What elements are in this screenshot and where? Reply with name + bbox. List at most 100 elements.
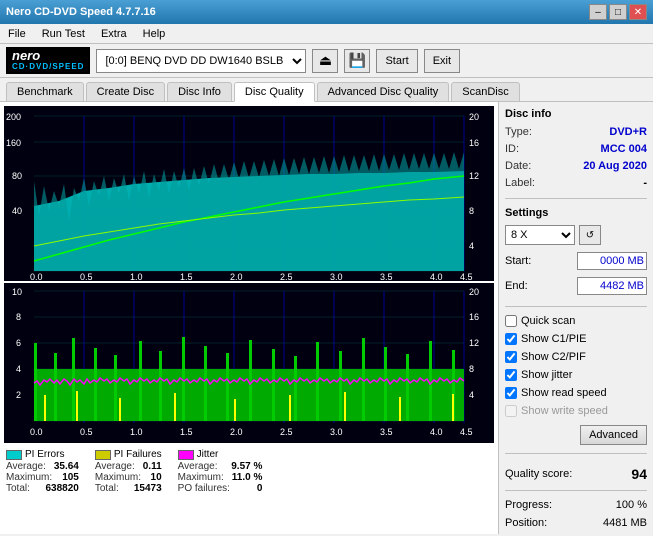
svg-text:16: 16 [469,312,479,322]
pi-failures-max-label: Maximum: [95,472,141,483]
jitter-max-value: 11.0 % [232,472,263,483]
pi-errors-label: PI Errors [25,449,64,460]
window-title: Nero CD-DVD Speed 4.7.7.16 [6,6,156,18]
svg-text:4.0: 4.0 [430,427,443,437]
start-button[interactable]: Start [376,49,417,73]
end-input[interactable] [577,277,647,295]
pi-failures-max-value: 10 [151,472,162,483]
pi-errors-total-value: 638820 [46,483,79,494]
minimize-button[interactable]: – [589,4,607,20]
jitter-avg-label: Average: [178,461,218,472]
divider-2 [505,306,647,307]
quality-score-value: 94 [631,466,647,482]
menu-help[interactable]: Help [139,27,170,41]
pi-failures-total-value: 15473 [134,483,162,494]
pi-failures-total-label: Total: [95,483,119,494]
progress-value: 100 % [616,499,647,511]
tab-benchmark[interactable]: Benchmark [6,82,84,101]
svg-text:4.5: 4.5 [460,272,473,281]
svg-text:1.5: 1.5 [180,272,193,281]
close-button[interactable]: ✕ [629,4,647,20]
svg-text:0.0: 0.0 [30,427,43,437]
tab-scan-disc[interactable]: ScanDisc [451,82,519,101]
progress-row: Progress: 100 % [505,499,647,511]
position-label: Position: [505,517,547,529]
main-content: 200 160 80 40 20 16 12 8 4 0.0 0.5 1.0 1… [0,102,653,534]
speed-selector[interactable]: 8 X [505,225,575,245]
divider-4 [505,490,647,491]
progress-label: Progress: [505,499,552,511]
menu-file[interactable]: File [4,27,30,41]
pi-errors-total-label: Total: [6,483,30,494]
svg-text:2.0: 2.0 [230,272,243,281]
tab-disc-quality[interactable]: Disc Quality [234,82,315,102]
pi-errors-avg-label: Average: [6,461,46,472]
show-read-speed-row: Show read speed [505,387,647,399]
svg-text:8: 8 [469,364,474,374]
disc-id-value: MCC 004 [601,143,647,155]
speed-setting-row: 8 X ↺ [505,225,647,245]
show-c2-pif-checkbox[interactable] [505,351,517,363]
show-c1-pie-checkbox[interactable] [505,333,517,345]
start-label: Start: [505,255,531,267]
svg-text:3.0: 3.0 [330,427,343,437]
quality-score-label: Quality score: [505,468,572,480]
legend-pi-failures: PI Failures Average: 0.11 Maximum: 10 To… [95,449,162,494]
lower-chart: 10 8 6 4 2 20 16 12 8 4 0.0 0.5 1.0 1.5 … [4,283,494,443]
disc-label-value: - [643,177,647,189]
chart-legend: PI Errors Average: 35.64 Maximum: 105 To… [4,445,494,496]
svg-text:2.5: 2.5 [280,427,293,437]
tab-bar: Benchmark Create Disc Disc Info Disc Qua… [0,78,653,102]
settings-title: Settings [505,207,647,219]
show-jitter-checkbox[interactable] [505,369,517,381]
menu-run-test[interactable]: Run Test [38,27,89,41]
svg-text:0.5: 0.5 [80,427,93,437]
legend-pi-errors: PI Errors Average: 35.64 Maximum: 105 To… [6,449,79,494]
side-panel: Disc info Type: DVD+R ID: MCC 004 Date: … [498,102,653,534]
quick-scan-checkbox[interactable] [505,315,517,327]
eject-button[interactable]: ⏏ [312,49,338,73]
menu-extra[interactable]: Extra [97,27,131,41]
tab-disc-info[interactable]: Disc Info [167,82,232,101]
disc-type-row: Type: DVD+R [505,126,647,138]
svg-text:1.0: 1.0 [130,272,143,281]
chart-area: 200 160 80 40 20 16 12 8 4 0.0 0.5 1.0 1… [0,102,498,534]
pi-failures-avg-value: 0.11 [143,461,162,472]
svg-text:3.0: 3.0 [330,272,343,281]
start-input[interactable] [577,252,647,270]
quick-scan-row: Quick scan [505,315,647,327]
disc-label-label: Label: [505,177,535,189]
position-row: Position: 4481 MB [505,517,647,529]
window-controls: – □ ✕ [589,4,647,20]
end-label: End: [505,280,528,292]
jitter-stats: Average: 9.57 % Maximum: 11.0 % PO failu… [178,461,263,494]
tab-advanced-disc-quality[interactable]: Advanced Disc Quality [317,82,450,101]
upper-chart-svg: 200 160 80 40 20 16 12 8 4 0.0 0.5 1.0 1… [4,106,494,281]
show-read-speed-checkbox[interactable] [505,387,517,399]
disc-label-row: Label: - [505,177,647,189]
exit-button[interactable]: Exit [424,49,460,73]
disc-date-row: Date: 20 Aug 2020 [505,160,647,172]
pi-errors-max-label: Maximum: [6,472,52,483]
quality-score-row: Quality score: 94 [505,466,647,482]
pi-errors-max-value: 105 [62,472,79,483]
pi-failures-label: PI Failures [114,449,162,460]
svg-text:16: 16 [469,138,479,148]
svg-text:20: 20 [469,112,479,122]
tab-create-disc[interactable]: Create Disc [86,82,165,101]
settings-refresh-button[interactable]: ↺ [579,225,601,245]
nero-text: nero [12,49,40,63]
pi-errors-color-box [6,450,22,460]
drive-selector[interactable]: [0:0] BENQ DVD DD DW1640 BSLB [96,49,306,73]
save-button[interactable]: 💾 [344,49,370,73]
maximize-button[interactable]: □ [609,4,627,20]
svg-text:160: 160 [6,138,21,148]
svg-text:2.5: 2.5 [280,272,293,281]
svg-text:80: 80 [12,171,22,181]
jitter-max-label: Maximum: [178,472,224,483]
disc-info-title: Disc info [505,108,647,120]
svg-text:0.0: 0.0 [30,272,43,281]
svg-text:12: 12 [469,171,479,181]
svg-text:8: 8 [16,312,21,322]
advanced-button[interactable]: Advanced [580,425,647,445]
